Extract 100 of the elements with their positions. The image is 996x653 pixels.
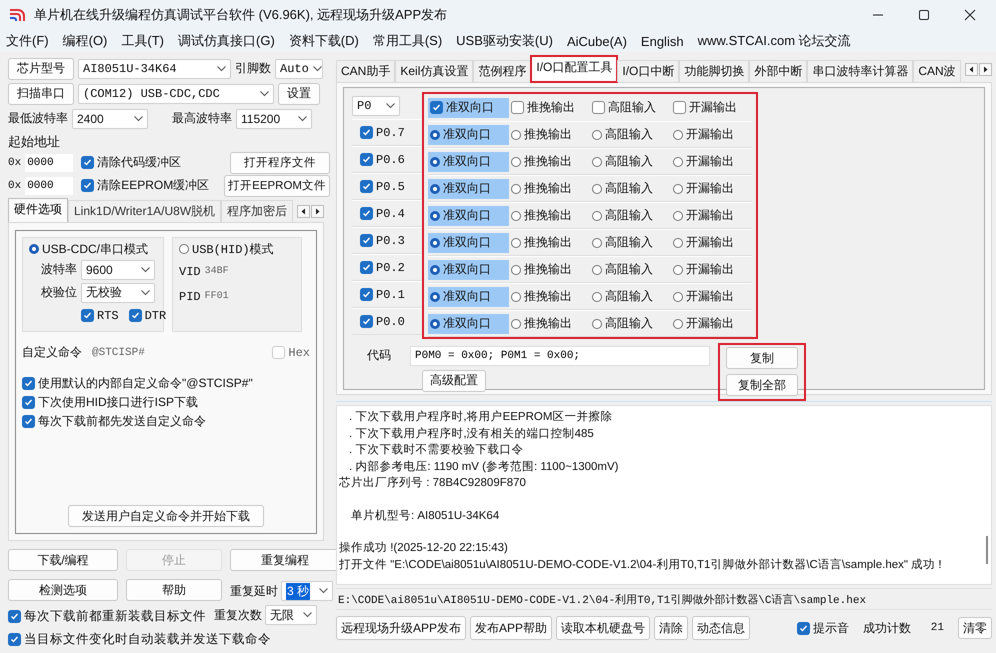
mode-radio[interactable]: 准双向口 <box>428 206 509 226</box>
mode-radio[interactable]: 开漏输出 <box>671 178 752 198</box>
chip-model-button[interactable]: 芯片型号 <box>8 58 74 80</box>
mode-radio[interactable]: 高阻输入 <box>590 152 671 172</box>
copy-button[interactable]: 复制 <box>726 347 798 369</box>
action-button[interactable]: 检测选项 <box>8 579 118 601</box>
mode-radio[interactable]: 推挽输出 <box>509 152 590 172</box>
mode-radio[interactable]: 准双向口 <box>428 152 509 172</box>
mode-radio[interactable]: 开漏输出 <box>671 314 752 334</box>
maximize-icon[interactable] <box>918 9 930 21</box>
menu-item[interactable]: 资料下载(D) <box>288 32 359 50</box>
footer-button[interactable]: 读取本机硬盘号 <box>556 616 650 640</box>
tab[interactable]: CAN波 <box>913 60 961 82</box>
mode-all-checkbox[interactable]: 高阻输入 <box>590 98 671 118</box>
menu-item[interactable]: www.STCAI.com 论坛交流 <box>698 32 851 50</box>
send-command-button[interactable]: 发送用户自定义命令并开始下载 <box>68 505 264 527</box>
scroll-right-icon[interactable] <box>979 62 992 76</box>
menu-item[interactable]: 文件(F) <box>6 32 49 50</box>
tab[interactable]: I/O口配置工具 <box>531 56 618 82</box>
mode-radio[interactable]: 开漏输出 <box>671 232 752 252</box>
serial-mode-radio[interactable]: USB-CDC/串口模式 <box>29 240 148 258</box>
menu-item[interactable]: 常用工具(S) <box>372 32 442 50</box>
settings-button[interactable]: 设置 <box>278 82 320 104</box>
mode-radio[interactable]: 开漏输出 <box>671 260 752 280</box>
scroll-left-icon[interactable] <box>965 62 978 76</box>
mode-radio[interactable]: 准双向口 <box>428 260 509 280</box>
menu-item[interactable]: 工具(T) <box>121 32 164 50</box>
tab[interactable]: 外部中断 <box>749 60 808 82</box>
mode-radio[interactable]: 准双向口 <box>428 124 509 144</box>
mode-radio[interactable]: 推挽输出 <box>509 178 590 198</box>
tab[interactable]: 程序加密后 <box>221 200 294 222</box>
hid-mode-radio[interactable]: USB(HID)模式 <box>179 240 274 258</box>
tab[interactable]: 串口波特率计算器 <box>807 60 914 82</box>
tab[interactable]: 功能脚切换 <box>679 60 750 82</box>
address-input[interactable]: 0000 <box>25 154 74 172</box>
mode-radio[interactable]: 高阻输入 <box>590 260 671 280</box>
hex-checkbox[interactable]: Hex <box>272 346 310 360</box>
mode-radio[interactable]: 开漏输出 <box>671 206 752 226</box>
close-icon[interactable] <box>964 9 976 21</box>
clear-buffer-checkbox[interactable]: 清除EEPROM缓冲区 <box>81 177 210 194</box>
mode-radio[interactable]: 高阻输入 <box>590 124 671 144</box>
mode-radio[interactable]: 推挽输出 <box>509 260 590 280</box>
flag-checkbox[interactable]: RTS <box>81 308 119 322</box>
repeat-delay-dropdown[interactable]: 3 秒 <box>281 581 333 601</box>
menu-item[interactable]: English <box>640 34 684 48</box>
footer-button[interactable]: 发布APP帮助 <box>470 616 552 640</box>
tab[interactable]: Link1D/Writer1A/U8W脱机 <box>68 200 222 222</box>
mode-radio[interactable]: 高阻输入 <box>590 232 671 252</box>
scroll-right-icon[interactable] <box>311 204 324 218</box>
copy-all-button[interactable]: 复制全部 <box>726 374 798 396</box>
mode-radio[interactable]: 推挽输出 <box>509 232 590 252</box>
mode-all-checkbox[interactable]: 推挽输出 <box>509 98 590 118</box>
parity-dropdown[interactable]: 无校验 <box>81 282 155 302</box>
mode-radio[interactable]: 高阻输入 <box>590 314 671 334</box>
max-baud-dropdown[interactable]: 115200 <box>236 108 312 128</box>
sound-checkbox[interactable]: 提示音 <box>796 620 849 636</box>
mode-radio[interactable]: 高阻输入 <box>590 286 671 306</box>
tab[interactable]: I/O口中断 <box>617 60 680 82</box>
pin-checkbox[interactable]: P0.7 <box>360 126 405 140</box>
mode-all-checkbox[interactable]: 开漏输出 <box>671 98 752 118</box>
tab[interactable]: CAN助手 <box>336 60 396 82</box>
baud-rate-dropdown[interactable]: 9600 <box>81 260 155 280</box>
repeat-count-dropdown[interactable]: 无限 <box>265 605 317 625</box>
footer-button[interactable]: 远程现场升级APP发布 <box>336 616 466 640</box>
menu-item[interactable]: USB驱动安装(U) <box>456 32 553 50</box>
pin-checkbox[interactable]: P0.3 <box>360 234 405 248</box>
action-button[interactable]: 下载/编程 <box>8 549 118 571</box>
scrollbar-thumb[interactable] <box>986 536 988 564</box>
mode-radio[interactable]: 准双向口 <box>428 232 509 252</box>
port-dropdown[interactable]: P0 <box>352 96 400 116</box>
reset-count-button[interactable]: 清零 <box>958 617 992 639</box>
mode-radio[interactable]: 高阻输入 <box>590 178 671 198</box>
scan-port-button[interactable]: 扫描串口 <box>8 82 74 104</box>
open-file-button[interactable]: 打开程序文件 <box>230 152 330 174</box>
option-checkbox[interactable]: 使用默认的内部自定义命令"@STCISP#" <box>22 375 310 392</box>
action-button[interactable]: 帮助 <box>126 579 222 601</box>
pin-checkbox[interactable]: P0.2 <box>360 260 405 274</box>
option-checkbox[interactable]: 下次使用HID接口进行ISP下载 <box>22 394 310 411</box>
open-file-button[interactable]: 打开EEPROM文件 <box>224 174 330 196</box>
mode-radio[interactable]: 准双向口 <box>428 314 509 334</box>
address-input[interactable]: 0000 <box>25 176 74 194</box>
tab[interactable]: 硬件选项 <box>8 198 68 222</box>
menu-item[interactable]: AiCube(A) <box>566 34 627 48</box>
mode-radio[interactable]: 推挽输出 <box>509 124 590 144</box>
pin-checkbox[interactable]: P0.5 <box>360 180 405 194</box>
mode-radio[interactable]: 开漏输出 <box>671 152 752 172</box>
mode-radio[interactable]: 准双向口 <box>428 178 509 198</box>
menu-item[interactable]: 调试仿真接口(G) <box>178 32 275 50</box>
tab[interactable]: Keil仿真设置 <box>395 60 474 82</box>
serial-port-dropdown[interactable]: (COM12) USB-CDC,CDC <box>78 84 274 104</box>
flag-checkbox[interactable]: DTR <box>128 308 166 322</box>
option-checkbox[interactable]: 每次下载前都先发送自定义命令 <box>22 413 310 430</box>
mode-radio[interactable]: 推挽输出 <box>509 206 590 226</box>
mode-radio[interactable]: 推挽输出 <box>509 286 590 306</box>
scroll-left-icon[interactable] <box>297 204 310 218</box>
footer-button[interactable]: 动态信息 <box>692 616 750 640</box>
mode-all-checkbox[interactable]: 准双向口 <box>428 98 509 118</box>
mode-radio[interactable]: 准双向口 <box>428 286 509 306</box>
mode-radio[interactable]: 开漏输出 <box>671 286 752 306</box>
clear-buffer-checkbox[interactable]: 清除代码缓冲区 <box>81 154 182 171</box>
